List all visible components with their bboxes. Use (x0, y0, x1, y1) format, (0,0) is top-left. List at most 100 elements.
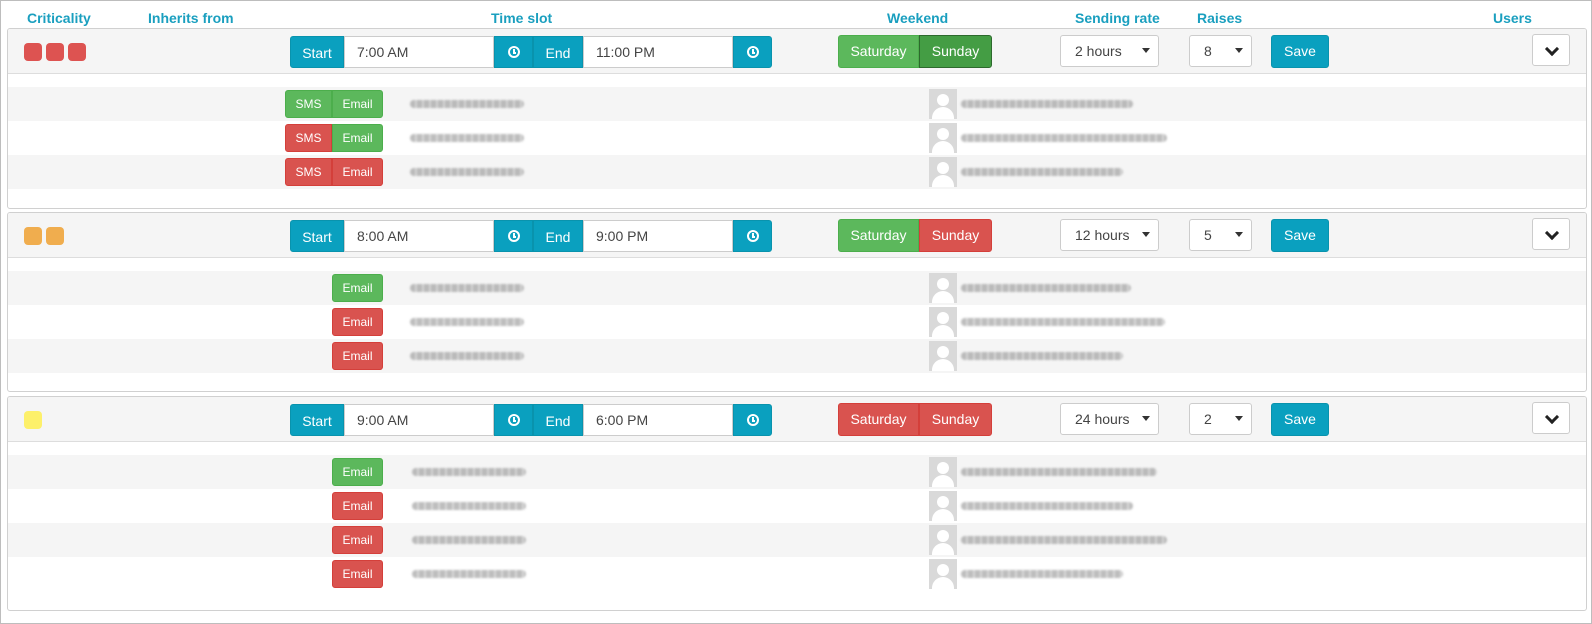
user-email-redacted (961, 284, 1131, 292)
criticality-square (46, 43, 64, 61)
sunday-toggle[interactable]: Sunday (919, 219, 992, 252)
end-label: End (533, 404, 583, 436)
user-row: Email (8, 455, 1586, 489)
sunday-toggle[interactable]: Sunday (919, 403, 992, 436)
user-row: Email (8, 523, 1586, 557)
end-time-input[interactable]: 11:00 PM (583, 36, 733, 68)
user-email-redacted (961, 134, 1167, 142)
raises-value: 8 (1204, 43, 1212, 59)
email-channel-toggle[interactable]: Email (332, 458, 383, 486)
users-toggle-button[interactable] (1532, 218, 1570, 250)
alert-settings-window: Criticality Inherits from Time slot Week… (0, 0, 1592, 624)
raises-select[interactable]: 2 (1189, 403, 1252, 435)
email-channel-toggle[interactable]: Email (332, 560, 383, 588)
sending-rate-select[interactable]: 24 hours (1060, 403, 1159, 435)
time-slot-group: Start 9:00 AM End 6:00 PM (290, 404, 774, 436)
raises-select[interactable]: 5 (1189, 219, 1252, 251)
sending-rate-value: 24 hours (1075, 411, 1130, 427)
user-email-redacted (961, 352, 1123, 360)
email-channel-toggle[interactable]: Email (332, 492, 383, 520)
user-row: Email (8, 271, 1586, 305)
user-name-redacted (410, 352, 524, 360)
end-time-input[interactable]: 9:00 PM (583, 220, 733, 252)
user-name-redacted (410, 168, 524, 176)
user-row: Email (8, 557, 1586, 591)
user-row: Email (8, 489, 1586, 523)
user-avatar-icon (929, 273, 957, 303)
header-time-slot: Time slot (491, 10, 553, 26)
email-channel-toggle[interactable]: Email (332, 342, 383, 370)
chevron-down-icon (1544, 225, 1560, 241)
sms-channel-toggle[interactable]: SMS (285, 124, 332, 152)
caret-down-icon (1235, 232, 1243, 237)
user-name-redacted (412, 468, 526, 476)
clock-icon (507, 414, 520, 426)
user-row: SMS Email (8, 87, 1586, 121)
email-channel-toggle[interactable]: Email (332, 124, 383, 152)
user-email-redacted (961, 502, 1133, 510)
start-label: Start (290, 220, 344, 252)
sending-rate-select[interactable]: 12 hours (1060, 219, 1159, 251)
start-time-input[interactable]: 9:00 AM (344, 404, 494, 436)
user-avatar-icon (929, 341, 957, 371)
start-time-input[interactable]: 8:00 AM (344, 220, 494, 252)
saturday-toggle[interactable]: Saturday (838, 219, 919, 252)
user-name-redacted (412, 502, 526, 510)
saturday-toggle[interactable]: Saturday (838, 35, 919, 68)
start-time-input[interactable]: 7:00 AM (344, 36, 494, 68)
end-label: End (533, 220, 583, 252)
start-clock-button[interactable] (494, 220, 533, 252)
group-settings-row: Start 8:00 AM End 9:00 PM Saturday Sunda… (8, 213, 1586, 258)
user-row: SMS Email (8, 155, 1586, 189)
clock-icon (507, 230, 520, 242)
sending-rate-value: 2 hours (1075, 43, 1122, 59)
clock-icon (746, 230, 759, 242)
user-email-redacted (961, 168, 1123, 176)
save-button[interactable]: Save (1271, 35, 1329, 68)
sunday-toggle[interactable]: Sunday (919, 35, 992, 68)
start-clock-button[interactable] (494, 404, 533, 436)
user-avatar-icon (929, 307, 957, 337)
email-channel-toggle[interactable]: Email (332, 158, 383, 186)
email-channel-toggle[interactable]: Email (332, 526, 383, 554)
end-label: End (533, 36, 583, 68)
caret-down-icon (1235, 416, 1243, 421)
chevron-down-icon (1544, 409, 1560, 425)
header-weekend: Weekend (887, 10, 949, 26)
time-slot-group: Start 7:00 AM End 11:00 PM (290, 36, 774, 68)
raises-select[interactable]: 8 (1189, 35, 1252, 67)
group-settings-row: Start 7:00 AM End 11:00 PM Saturday Sund… (8, 29, 1586, 74)
end-time-input[interactable]: 6:00 PM (583, 404, 733, 436)
start-label: Start (290, 404, 344, 436)
raises-value: 2 (1204, 411, 1212, 427)
saturday-toggle[interactable]: Saturday (838, 403, 919, 436)
user-name-redacted (410, 284, 524, 292)
user-row: SMS Email (8, 121, 1586, 155)
user-email-redacted (961, 468, 1157, 476)
user-name-redacted (412, 570, 526, 578)
criticality-square (68, 43, 86, 61)
users-toggle-button[interactable] (1532, 34, 1570, 66)
email-channel-toggle[interactable]: Email (332, 274, 383, 302)
chevron-down-icon (1544, 41, 1560, 57)
user-avatar-icon (929, 157, 957, 187)
users-toggle-button[interactable] (1532, 402, 1570, 434)
clock-icon (746, 46, 759, 58)
user-name-redacted (412, 536, 526, 544)
header-raises: Raises (1197, 10, 1243, 26)
user-email-redacted (961, 318, 1165, 326)
end-clock-button[interactable] (733, 220, 772, 252)
clock-icon (746, 414, 759, 426)
end-clock-button[interactable] (733, 36, 772, 68)
end-clock-button[interactable] (733, 404, 772, 436)
start-clock-button[interactable] (494, 36, 533, 68)
header-users: Users (1493, 10, 1532, 26)
header-criticality: Criticality (27, 10, 91, 26)
save-button[interactable]: Save (1271, 219, 1329, 252)
sms-channel-toggle[interactable]: SMS (285, 90, 332, 118)
email-channel-toggle[interactable]: Email (332, 90, 383, 118)
save-button[interactable]: Save (1271, 403, 1329, 436)
email-channel-toggle[interactable]: Email (332, 308, 383, 336)
sms-channel-toggle[interactable]: SMS (285, 158, 332, 186)
sending-rate-select[interactable]: 2 hours (1060, 35, 1159, 67)
